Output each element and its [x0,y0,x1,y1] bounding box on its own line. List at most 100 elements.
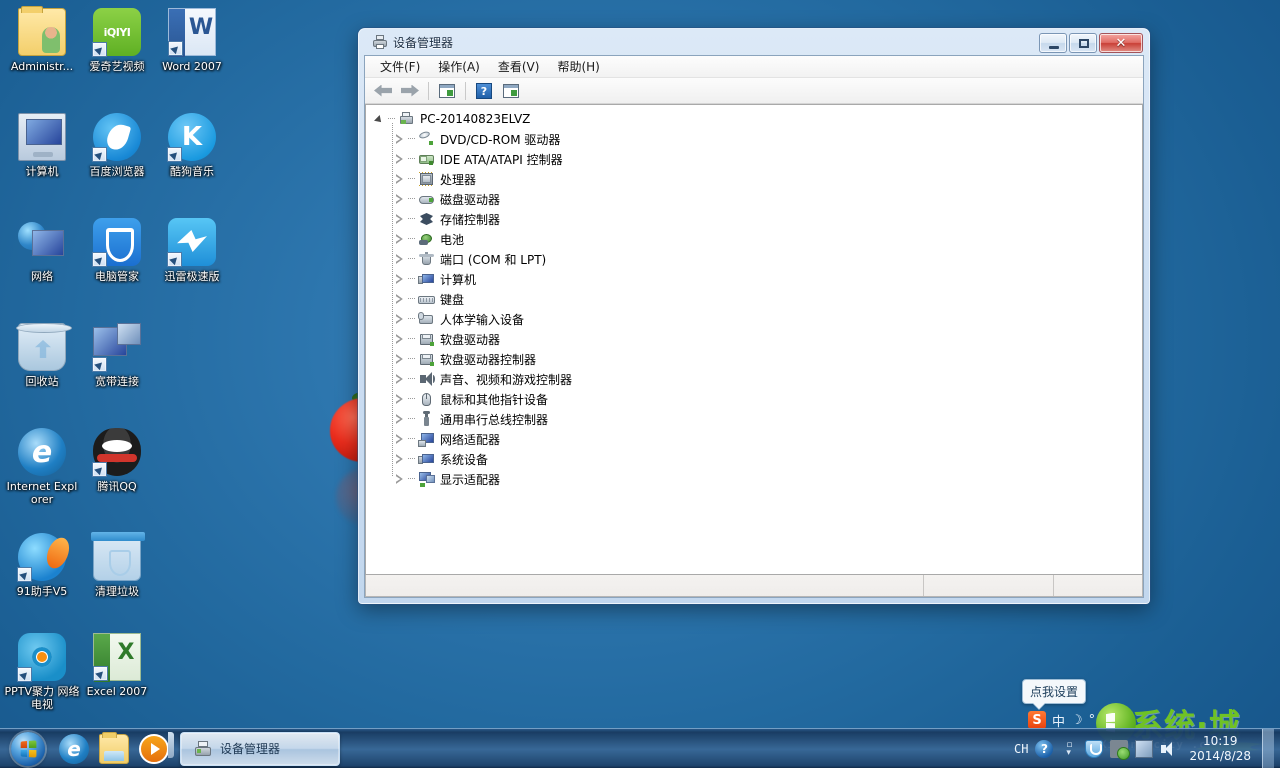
menu-action[interactable]: 操作(A) [429,55,489,78]
user-folder-icon [18,8,66,56]
tray-expand-icon[interactable]: ▫▾ [1060,740,1078,758]
expand-toggle-icon[interactable] [392,349,408,369]
tree-item[interactable]: 磁盘驱动器 [372,189,1140,209]
taskbar-button-device-manager[interactable]: 设备管理器 [180,732,340,766]
window-title: 设备管理器 [393,34,453,51]
tray-language-indicator[interactable]: CH [1014,742,1028,756]
desktop-icon-user-folder[interactable]: Administr... [4,8,80,73]
expand-toggle-icon[interactable] [392,169,408,189]
tray-pc-manager-icon[interactable] [1085,740,1103,758]
quicklaunch-wmp[interactable] [134,730,174,768]
desktop-icon-xunlei[interactable]: 迅雷极速版 [154,218,230,283]
help-button[interactable]: ? [472,80,496,102]
tree-item[interactable]: 声音、视频和游戏控制器 [372,369,1140,389]
menu-help[interactable]: 帮助(H) [548,55,608,78]
taskbar-clock[interactable]: 10:19 2014/8/28 [1185,734,1251,764]
maximize-button[interactable] [1069,33,1097,53]
back-button[interactable] [371,80,395,102]
expand-toggle-icon[interactable] [392,449,408,469]
window-titlebar[interactable]: 设备管理器 ✕ [364,29,1144,55]
desktop-icon-91-assistant[interactable]: 91助手V5 [4,533,80,598]
expand-toggle-icon[interactable] [392,129,408,149]
tray-help-icon[interactable] [1035,740,1053,758]
tree-item[interactable]: 软盘驱动器 [372,329,1140,349]
device-tree[interactable]: PC-20140823ELVZDVD/CD-ROM 驱动器IDE ATA/ATA… [365,104,1143,575]
desktop-icon-ie[interactable]: Internet Explorer [4,428,80,506]
quicklaunch-explorer[interactable] [94,730,134,768]
toolbar-separator-2 [465,82,466,100]
tree-root-item[interactable]: PC-20140823ELVZ [372,109,1140,129]
desktop-icon-word[interactable]: Word 2007 [154,8,230,73]
desktop-icon-baidu-browser[interactable]: 百度浏览器 [79,113,155,178]
show-desktop-button[interactable] [1262,729,1274,768]
start-button[interactable] [2,730,54,768]
expand-toggle-icon[interactable] [392,249,408,269]
properties-button[interactable] [435,80,459,102]
tree-item[interactable]: 网络适配器 [372,429,1140,449]
desktop-icon-kugou-music[interactable]: 酷狗音乐 [154,113,230,178]
tree-item[interactable]: 端口 (COM 和 LPT) [372,249,1140,269]
tray-network-icon[interactable] [1135,740,1153,758]
tree-item[interactable]: IDE ATA/ATAPI 控制器 [372,149,1140,169]
tree-item[interactable]: 人体学输入设备 [372,309,1140,329]
tree-item[interactable]: 通用串行总线控制器 [372,409,1140,429]
expand-toggle-icon[interactable] [392,189,408,209]
scan-hardware-button[interactable] [499,80,523,102]
desktop-icon-qq[interactable]: 腾讯QQ [79,428,155,493]
desktop-icon-recycle-bin[interactable]: 回收站 [4,323,80,388]
minimize-button[interactable] [1039,33,1067,53]
tray-volume-icon[interactable] [1160,740,1178,758]
tree-item[interactable]: 系统设备 [372,449,1140,469]
desktop-icon-excel[interactable]: Excel 2007 [79,633,155,698]
taskbar: 设备管理器 CH ▫▾ 10:19 2014/8/28 [0,728,1280,768]
sogou-mode-label[interactable]: 中 [1052,711,1065,730]
tree-connector [408,249,418,269]
expand-toggle-icon[interactable] [392,369,408,389]
tree-connector [408,429,418,449]
expand-toggle-icon[interactable] [372,109,388,129]
expand-toggle-icon[interactable] [392,409,408,429]
desktop-icon-clean-trash[interactable]: 清理垃圾 [79,533,155,598]
desktop-icon-network[interactable]: 网络 [4,218,80,283]
desktop-icon-label: Administr... [4,60,80,73]
arrow-left-icon [374,85,392,97]
tree-connector [408,269,418,289]
desktop-icon-iqiyi[interactable]: 爱奇艺视频 [79,8,155,73]
sogou-logo-icon[interactable]: S [1028,711,1046,729]
expand-toggle-icon[interactable] [392,229,408,249]
expand-toggle-icon[interactable] [392,429,408,449]
tree-item[interactable]: 电池 [372,229,1140,249]
expand-toggle-icon[interactable] [392,469,408,489]
expand-toggle-icon[interactable] [392,149,408,169]
desktop-icon-broadband[interactable]: 宽带连接 [79,323,155,388]
desktop-icon-pc-manager[interactable]: 电脑管家 [79,218,155,283]
close-button[interactable]: ✕ [1099,33,1143,53]
tree-item[interactable]: 软盘驱动器控制器 [372,349,1140,369]
tree-item[interactable]: 存储控制器 [372,209,1140,229]
desktop-icon-computer[interactable]: 计算机 [4,113,80,178]
forward-button[interactable] [398,80,422,102]
device-manager-window[interactable]: 设备管理器 ✕ 文件(F)操作(A)查看(V)帮助(H) ? [358,28,1150,604]
quicklaunch-ie[interactable] [54,730,94,768]
tree-item-label: 存储控制器 [440,211,500,228]
sogou-moon-icon[interactable]: ☽ [1071,713,1083,728]
desktop-icon-pptv[interactable]: PPTV聚力 网络电视 [4,633,80,711]
tree-item[interactable]: 鼠标和其他指针设备 [372,389,1140,409]
tree-item[interactable]: 显示适配器 [372,469,1140,489]
tree-item[interactable]: 处理器 [372,169,1140,189]
expand-toggle-icon[interactable] [392,209,408,229]
menu-file[interactable]: 文件(F) [371,55,429,78]
expand-toggle-icon[interactable] [392,269,408,289]
expand-toggle-icon[interactable] [392,329,408,349]
tree-item[interactable]: 计算机 [372,269,1140,289]
sogou-settings-tooltip[interactable]: 点我设置 [1022,679,1086,704]
sogou-circle-icon[interactable]: ° [1089,713,1096,728]
expand-toggle-icon[interactable] [392,309,408,329]
menu-view[interactable]: 查看(V) [489,55,549,78]
tree-item[interactable]: DVD/CD-ROM 驱动器 [372,129,1140,149]
status-pane-1 [366,575,924,596]
tray-usb-safe-icon[interactable] [1110,740,1128,758]
tree-item[interactable]: 键盘 [372,289,1140,309]
expand-toggle-icon[interactable] [392,389,408,409]
expand-toggle-icon[interactable] [392,289,408,309]
